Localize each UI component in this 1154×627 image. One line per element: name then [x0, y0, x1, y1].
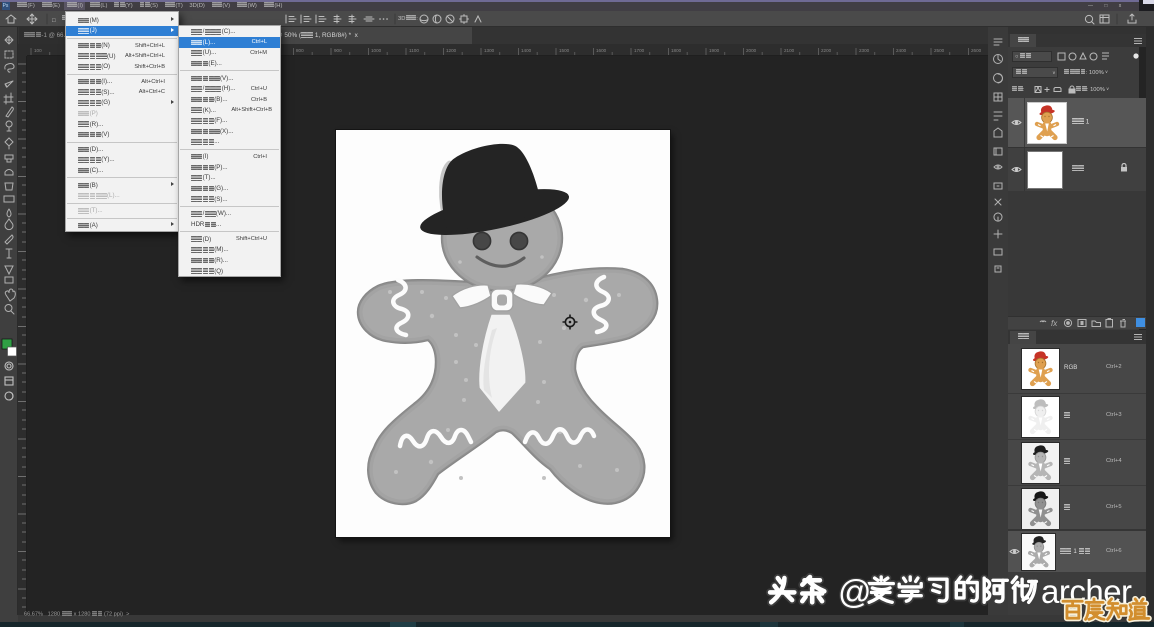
- svg-text:@: @: [838, 573, 872, 610]
